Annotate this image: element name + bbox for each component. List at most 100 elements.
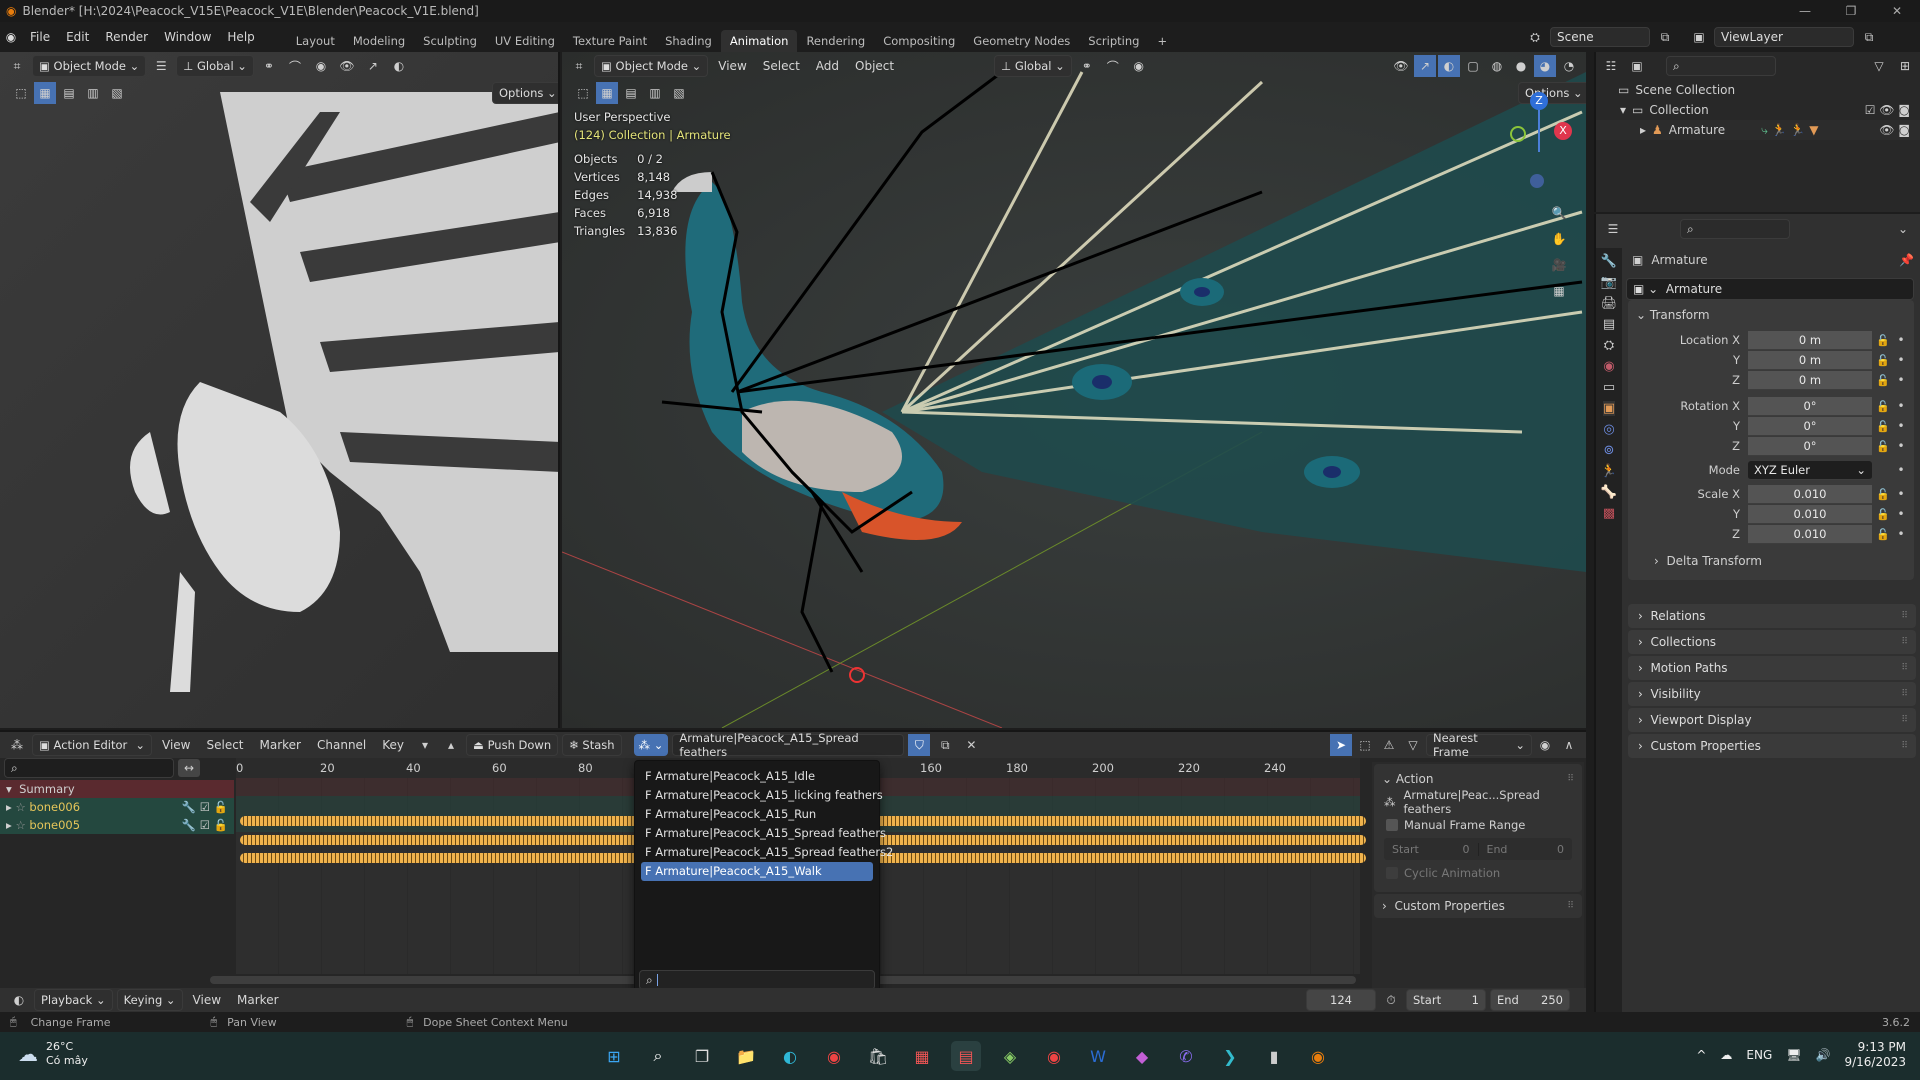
tab-render-icon[interactable]: 📷 [1601, 275, 1617, 290]
chrome-icon[interactable]: ◉ [819, 1041, 849, 1071]
tab-physics-icon[interactable]: ◎ [1603, 422, 1614, 437]
panel-viewport-display[interactable]: › Viewport Display ⠿ [1628, 708, 1916, 732]
lock-icon[interactable]: 🔓 [1872, 400, 1894, 413]
only-selected-icon[interactable]: ➤ [1330, 734, 1352, 756]
proportional-edit-icon[interactable]: ◉ [310, 55, 332, 77]
object-datablock-field[interactable]: ▣ ⌄ Armature [1626, 278, 1914, 300]
filter-icon[interactable]: ▽ [1868, 55, 1890, 77]
file-explorer-icon[interactable]: 📁 [731, 1041, 761, 1071]
select-tool-icon[interactable]: ⬚ [572, 82, 594, 104]
tab-shading[interactable]: Shading [656, 30, 721, 52]
tray-chevron-icon[interactable]: ^ [1696, 1048, 1706, 1062]
visibility-icon[interactable]: 👁 [336, 55, 358, 77]
duplicate-action-icon[interactable]: ⧉ [934, 734, 956, 756]
scene-icon[interactable]: ⛭ [1524, 26, 1546, 48]
display-mode-icon[interactable]: ▣ [1626, 55, 1648, 77]
gizmo-x-axis[interactable]: X [1554, 122, 1572, 140]
panel-collections[interactable]: › Collections ⠿ [1628, 630, 1916, 654]
eye-icon[interactable]: 👁 [1879, 103, 1894, 117]
tab-uv-editing[interactable]: UV Editing [486, 30, 564, 52]
add-workspace-button[interactable]: + [1148, 30, 1176, 52]
gizmo-z-axis[interactable]: Z [1530, 92, 1548, 110]
expand-icon[interactable]: ▾ [1620, 103, 1626, 117]
modifier-wrench-icon[interactable]: 🔧 [182, 800, 196, 814]
keyframe-dot[interactable]: • [1894, 399, 1908, 413]
app-green-icon[interactable]: ◈ [995, 1041, 1025, 1071]
playback-menu[interactable]: Playback ⌄ [34, 989, 113, 1011]
new-scene-icon[interactable]: ⧉ [1654, 26, 1676, 48]
menu-object[interactable]: Object [849, 59, 900, 73]
close-button[interactable]: ✕ [1874, 0, 1920, 22]
clock[interactable]: 9:13 PM 9/16/2023 [1844, 1040, 1906, 1070]
menu-file[interactable]: File [22, 30, 58, 44]
mode-dropdown[interactable]: ▣ Object Mode ⌄ [594, 55, 709, 77]
tab-scene-icon[interactable]: ⛭ [1604, 338, 1614, 353]
select-invert-icon[interactable]: ▧ [668, 82, 690, 104]
keyframe-dot[interactable]: • [1894, 463, 1908, 477]
editor-type-icon[interactable]: ⁂ [6, 734, 28, 756]
maximize-button[interactable]: ❐ [1828, 0, 1874, 22]
mode-dropdown[interactable]: ▣ Object Mode ⌄ [32, 55, 147, 77]
action-item[interactable]: F Armature|Peacock_A15_Spread feathers2 [641, 843, 893, 862]
new-collection-icon[interactable]: ⊞ [1894, 55, 1916, 77]
tab-rendering[interactable]: Rendering [797, 30, 874, 52]
current-frame-field[interactable]: 124 [1306, 989, 1376, 1011]
pivot-icon[interactable]: ⚭ [258, 55, 280, 77]
tab-geometry-nodes[interactable]: Geometry Nodes [964, 30, 1079, 52]
editor-type-icon[interactable]: ⌗ [568, 55, 590, 77]
panel-visibility[interactable]: › Visibility ⠿ [1628, 682, 1916, 706]
lock-icon[interactable]: 🔓 [1872, 488, 1894, 501]
select-new-icon[interactable]: ▦ [596, 82, 618, 104]
tab-output-icon[interactable]: 🖨 [1601, 296, 1618, 311]
visibility-icon[interactable]: 👁 [1390, 55, 1412, 77]
editor-type-icon[interactable]: ☰ [1602, 218, 1624, 240]
shading-rendered-icon[interactable]: ◔ [1558, 55, 1580, 77]
channel-search-input[interactable]: ⌕ [4, 758, 174, 778]
collapse-icon[interactable]: ▾ [6, 782, 19, 796]
panel-relations[interactable]: › Relations ⠿ [1628, 604, 1916, 628]
tab-animation[interactable]: Animation [720, 30, 798, 52]
action-item-selected[interactable]: F Armature|Peacock_A15_Walk [641, 862, 873, 881]
action-search-input[interactable]: ⌕ [639, 970, 875, 990]
view-layer-icon[interactable]: ▣ [1688, 26, 1710, 48]
editor-mode-dropdown[interactable]: ▣ Action Editor ⌄ [32, 734, 152, 756]
show-hidden-icon[interactable]: ⬚ [1354, 734, 1376, 756]
menu-window[interactable]: Window [156, 30, 219, 44]
unlink-action-icon[interactable]: ✕ [960, 734, 982, 756]
select-extend-icon[interactable]: ▤ [58, 82, 80, 104]
tab-object-data-icon[interactable]: 🏃 [1601, 464, 1617, 479]
snap-icon[interactable]: ⌒ [284, 55, 306, 77]
select-tool-icon[interactable]: ⬚ [10, 82, 32, 104]
keyframe-dot[interactable]: • [1894, 487, 1908, 501]
gizmo-y-axis[interactable] [1510, 126, 1526, 142]
proportional-edit-icon[interactable]: ◉ [1534, 734, 1556, 756]
keyframe-dot[interactable]: • [1894, 373, 1908, 387]
layer-down-icon[interactable]: ▾ [414, 734, 436, 756]
rotation-z-field[interactable]: 0° [1748, 436, 1872, 456]
action-item[interactable]: F Armature|Peacock_A15_licking feathers [641, 786, 883, 805]
range-end-field[interactable]: End 0 [1477, 842, 1573, 856]
camera-icon[interactable]: ◙ [1898, 103, 1910, 117]
tab-world-icon[interactable]: ◉ [1603, 359, 1614, 374]
volume-icon[interactable]: 🔊 [1816, 1048, 1831, 1062]
lock-icon[interactable]: 🔓 [1872, 528, 1894, 541]
mute-checkbox[interactable]: ☑ [200, 818, 210, 832]
weather-widget[interactable]: ☁ 26°C Có mây [18, 1040, 88, 1068]
viewport-material[interactable]: ⌗ ▣ Object Mode ⌄ View Select Add Object… [562, 52, 1586, 728]
snap-mode-dropdown[interactable]: Nearest Frame ⌄ [1426, 731, 1532, 759]
tab-view-layer-icon[interactable]: ▤ [1603, 317, 1615, 332]
overlay-toggle-icon[interactable]: ◐ [1438, 55, 1460, 77]
outliner-row-scene-collection[interactable]: ▭ Scene Collection [1596, 80, 1920, 100]
action-item[interactable]: F Armature|Peacock_A15_Spread feathers [641, 824, 886, 843]
scale-z-field[interactable]: 0.010 [1748, 524, 1872, 544]
blender-taskbar-icon[interactable]: ◉ [1303, 1041, 1333, 1071]
outliner-row-collection[interactable]: ▾ ▭ Collection ☑ 👁 ◙ [1596, 100, 1920, 120]
keyframe-dot[interactable]: • [1894, 419, 1908, 433]
stopwatch-icon[interactable]: ⏱ [1380, 989, 1402, 1011]
ortho-grid-icon[interactable]: ▦ [1548, 280, 1570, 302]
fake-user-shield-icon[interactable]: ⛉ [908, 734, 931, 756]
options-chevron-icon[interactable]: ⌄ [1892, 218, 1914, 240]
action-item[interactable]: F Armature|Peacock_A15_Run [641, 805, 873, 824]
editor-type-icon[interactable]: ☷ [1600, 55, 1622, 77]
tab-modeling[interactable]: Modeling [344, 30, 414, 52]
